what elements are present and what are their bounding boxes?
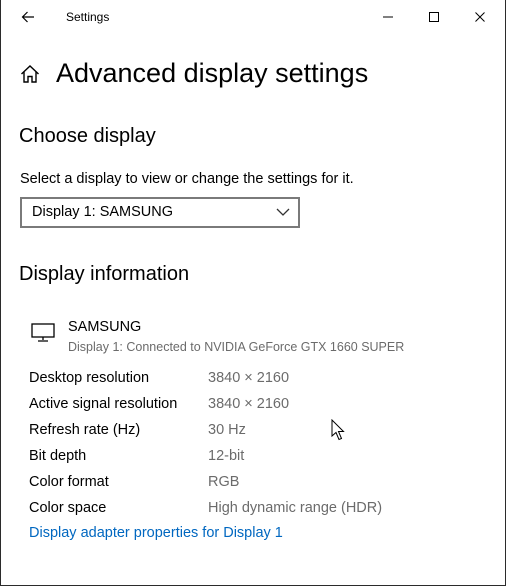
mouse-cursor-icon (331, 419, 345, 441)
display-info-table: Desktop resolution 3840 × 2160 Active si… (29, 369, 489, 525)
info-row: Refresh rate (Hz) 30 Hz (29, 421, 489, 447)
info-label: Desktop resolution (29, 370, 150, 386)
info-row: Desktop resolution 3840 × 2160 (29, 369, 489, 395)
info-label: Bit depth (29, 448, 87, 464)
info-value: RGB (208, 474, 240, 490)
close-icon (475, 11, 485, 22)
info-value: 3840 × 2160 (208, 370, 290, 386)
title-bar: Settings (1, 0, 505, 33)
info-value: 30 Hz (208, 422, 246, 438)
display-connection-subtitle: Display 1: Connected to NVIDIA GeForce G… (68, 340, 405, 354)
page-title: Advanced display settings (56, 58, 369, 88)
minimize-icon (383, 16, 393, 17)
maximize-icon (429, 11, 439, 22)
info-label: Refresh rate (Hz) (29, 422, 141, 438)
info-row: Active signal resolution 3840 × 2160 (29, 395, 489, 421)
maximize-button[interactable] (411, 0, 457, 33)
choose-display-heading: Choose display (19, 125, 156, 147)
choose-display-description: Select a display to view or change the s… (20, 171, 354, 187)
display-information-heading: Display information (19, 263, 190, 285)
info-row: Bit depth 12-bit (29, 447, 489, 473)
info-value: High dynamic range (HDR) (208, 500, 383, 516)
info-value: 3840 × 2160 (208, 396, 290, 412)
display-name: SAMSUNG (68, 319, 142, 335)
info-label: Color format (29, 474, 109, 490)
info-label: Color space (29, 500, 107, 516)
info-row: Color format RGB (29, 473, 489, 499)
chevron-down-icon (276, 208, 290, 216)
home-icon[interactable] (19, 63, 41, 85)
display-adapter-properties-link[interactable]: Display adapter properties for Display 1 (29, 525, 283, 541)
display-select-value: Display 1: SAMSUNG (32, 204, 174, 220)
back-button[interactable] (11, 0, 45, 33)
display-select-dropdown[interactable]: Display 1: SAMSUNG (20, 197, 300, 228)
minimize-button[interactable] (365, 0, 411, 33)
window-title: Settings (66, 10, 110, 24)
settings-window: Settings Advanced display settings Choos… (0, 0, 506, 586)
back-arrow-icon (21, 11, 34, 22)
info-row: Color space High dynamic range (HDR) (29, 499, 489, 525)
info-value: 12-bit (208, 448, 245, 464)
info-label: Active signal resolution (29, 396, 178, 412)
monitor-icon (31, 323, 55, 342)
close-button[interactable] (457, 0, 503, 33)
